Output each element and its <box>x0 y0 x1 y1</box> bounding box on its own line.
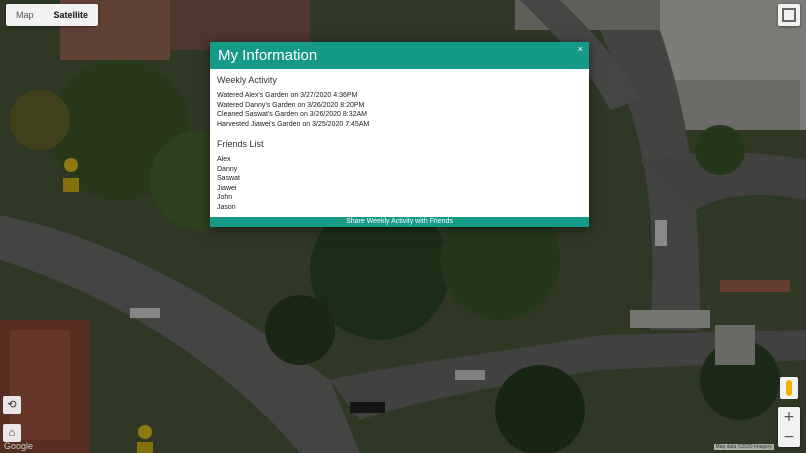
activity-item: Harvested Jiawei's Garden on 3/25/2020 7… <box>217 120 370 128</box>
fullscreen-icon[interactable] <box>778 4 800 26</box>
activity-item: Watered Alex's Garden on 3/27/2020 4:36P… <box>217 92 358 99</box>
friend-item: Danny <box>217 165 238 173</box>
zoom-out-button[interactable]: − <box>778 427 800 447</box>
share-weekly-activity-button[interactable]: Share Weekly Activity with Friends <box>210 217 589 227</box>
friend-item: John <box>217 194 233 201</box>
activity-item: Watered Danny's Garden on 3/26/2020 8:20… <box>217 101 365 109</box>
home-icon[interactable]: ⌂ <box>3 424 21 442</box>
modal-title: My Information <box>218 47 318 64</box>
friend-item: Jason <box>217 203 236 211</box>
friend-item: Jiawei <box>217 184 237 192</box>
my-information-modal: My Information × Weekly Activity Watered… <box>210 42 589 227</box>
street-view-pegman-icon[interactable] <box>780 377 798 399</box>
modal-header: My Information × <box>210 42 589 69</box>
map-type-satellite-button[interactable]: Satellite <box>44 4 99 26</box>
rotate-icon[interactable]: ⟲ <box>3 396 21 414</box>
friend-item: Alex <box>217 156 231 163</box>
weekly-activity-heading: Weekly Activity <box>217 75 277 85</box>
map-type-control: Map Satellite <box>6 4 99 26</box>
close-icon[interactable]: × <box>578 44 583 54</box>
zoom-in-button[interactable]: + <box>778 407 800 427</box>
map-attribution[interactable]: Map data ©2020 Imagery <box>713 444 774 450</box>
friend-item: Saswat <box>217 175 240 182</box>
friends-list: Alex Danny Saswat Jiawei John Jason <box>217 155 582 212</box>
zoom-control: + − <box>778 407 800 447</box>
google-logo: Google <box>4 441 34 451</box>
map-type-map-button[interactable]: Map <box>6 4 44 26</box>
activity-item: Cleaned Saswat's Garden on 3/26/2020 8:3… <box>217 111 367 118</box>
friends-list-heading: Friends List <box>217 139 264 149</box>
weekly-activity-list: Watered Alex's Garden on 3/27/2020 4:36P… <box>217 91 582 129</box>
modal-body: Weekly Activity Watered Alex's Garden on… <box>210 69 589 212</box>
